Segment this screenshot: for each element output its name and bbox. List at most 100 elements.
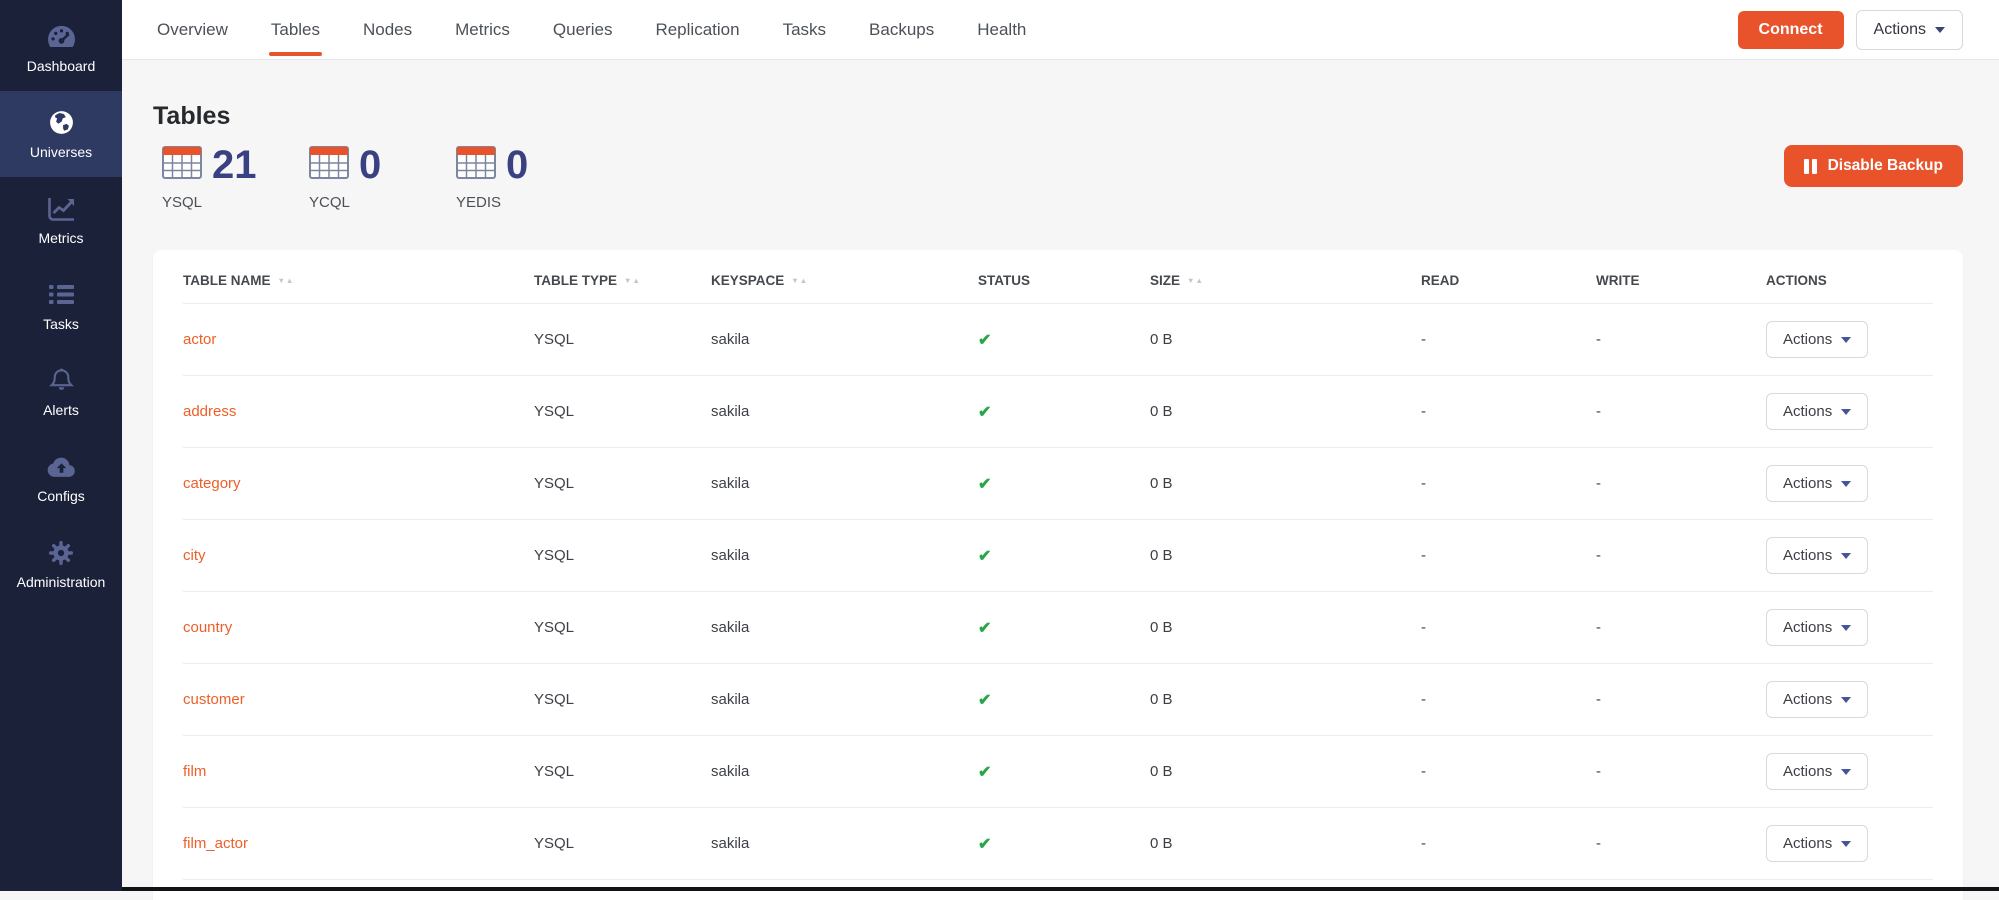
table-name-link[interactable]: film_actor [183, 835, 248, 852]
size-cell: 0 B [1150, 520, 1421, 592]
read-cell: - [1421, 736, 1596, 808]
size-cell: 0 B [1150, 304, 1421, 376]
table-name-link[interactable]: address [183, 403, 236, 420]
status-check-icon: ✔ [978, 620, 991, 637]
tab-overview[interactable]: Overview [157, 0, 228, 59]
read-cell: - [1421, 664, 1596, 736]
size-cell: 0 B [1150, 448, 1421, 520]
caret-down-icon [1841, 841, 1851, 847]
stat-ycql: 0 YCQL [309, 145, 456, 211]
write-cell: - [1596, 376, 1766, 448]
read-cell: - [1421, 520, 1596, 592]
table-name-link[interactable]: customer [183, 691, 245, 708]
caret-down-icon [1841, 697, 1851, 703]
ysql-count: 21 [212, 145, 257, 185]
tab-tables[interactable]: Tables [271, 0, 320, 59]
read-cell: - [1421, 592, 1596, 664]
row-actions-button[interactable]: Actions [1766, 321, 1868, 358]
tab-backups[interactable]: Backups [869, 0, 934, 59]
tab-health[interactable]: Health [977, 0, 1026, 59]
cloud-upload-icon [46, 453, 77, 481]
sidebar-item-alerts[interactable]: Alerts [0, 349, 122, 435]
col-write: WRITE [1596, 250, 1766, 304]
table-name-link[interactable]: actor [183, 331, 216, 348]
nav-actions-group: Connect Actions [1738, 10, 1999, 50]
sidebar-item-tasks[interactable]: Tasks [0, 263, 122, 349]
sidebar-item-universes[interactable]: Universes [0, 91, 122, 177]
status-check-icon: ✔ [978, 548, 991, 565]
sort-icon[interactable]: ▼▲ [624, 276, 641, 285]
tab-metrics[interactable]: Metrics [455, 0, 510, 59]
sidebar-item-dashboard[interactable]: Dashboard [0, 5, 122, 91]
table-name-link[interactable]: film [183, 763, 206, 780]
table-type-cell: YSQL [534, 592, 711, 664]
sort-icon[interactable]: ▼▲ [278, 276, 295, 285]
tab-replication[interactable]: Replication [655, 0, 739, 59]
table-type-cell: YSQL [534, 304, 711, 376]
window-bottom-edge [122, 887, 1999, 891]
sidebar-item-label: Tasks [43, 316, 79, 332]
caret-down-icon [1841, 553, 1851, 559]
row-actions-button[interactable]: Actions [1766, 465, 1868, 502]
status-check-icon: ✔ [978, 836, 991, 853]
status-check-icon: ✔ [978, 476, 991, 493]
table-name-link[interactable]: category [183, 475, 241, 492]
size-cell: 0 B [1150, 376, 1421, 448]
row-actions-button[interactable]: Actions [1766, 753, 1868, 790]
tables-page: Tables 21 [122, 60, 1999, 900]
disable-backup-button[interactable]: Disable Backup [1784, 145, 1963, 187]
read-cell: - [1421, 304, 1596, 376]
sort-icon[interactable]: ▼▲ [1187, 276, 1204, 285]
sort-icon[interactable]: ▼▲ [791, 276, 808, 285]
size-cell: 0 B [1150, 808, 1421, 880]
sidebar-item-configs[interactable]: Configs [0, 435, 122, 521]
col-keyspace[interactable]: KEYSPACE▼▲ [711, 250, 978, 304]
table-row: film YSQL sakila ✔ 0 B - - Actions [183, 736, 1933, 808]
table-type-cell: YSQL [534, 808, 711, 880]
sidebar-item-metrics[interactable]: Metrics [0, 177, 122, 263]
tab-tasks[interactable]: Tasks [783, 0, 826, 59]
col-table-type[interactable]: TABLE TYPE▼▲ [534, 250, 711, 304]
col-size[interactable]: SIZE▼▲ [1150, 250, 1421, 304]
row-actions-button[interactable]: Actions [1766, 393, 1868, 430]
main-area: Overview Tables Nodes Metrics Queries Re… [122, 0, 1999, 891]
ycql-label: YCQL [309, 194, 456, 211]
caret-down-icon [1841, 625, 1851, 631]
table-row: address YSQL sakila ✔ 0 B - - Actions [183, 376, 1933, 448]
stat-ysql: 21 YSQL [162, 145, 309, 211]
connect-button[interactable]: Connect [1738, 11, 1844, 49]
sidebar-item-administration[interactable]: Administration [0, 521, 122, 607]
table-header-row: TABLE NAME▼▲ TABLE TYPE▼▲ KEYSPACE▼▲ STA… [183, 250, 1933, 304]
write-cell: - [1596, 520, 1766, 592]
row-actions-button[interactable]: Actions [1766, 681, 1868, 718]
table-row: actor YSQL sakila ✔ 0 B - - Actions [183, 304, 1933, 376]
col-table-name[interactable]: TABLE NAME▼▲ [183, 250, 534, 304]
keyspace-cell: sakila [711, 736, 978, 808]
write-cell: - [1596, 736, 1766, 808]
universe-actions-button[interactable]: Actions [1856, 10, 1963, 50]
keyspace-cell: sakila [711, 520, 978, 592]
table-type-cell: YSQL [534, 376, 711, 448]
pause-icon [1804, 159, 1817, 174]
row-actions-button[interactable]: Actions [1766, 825, 1868, 862]
tab-nodes[interactable]: Nodes [363, 0, 412, 59]
size-cell: 0 B [1150, 592, 1421, 664]
status-check-icon: ✔ [978, 764, 991, 781]
disable-backup-label: Disable Backup [1828, 157, 1943, 175]
col-status: STATUS [978, 250, 1150, 304]
sidebar-item-label: Configs [37, 488, 84, 504]
keyspace-cell: sakila [711, 376, 978, 448]
list-icon [48, 281, 75, 309]
keyspace-cell: sakila [711, 448, 978, 520]
caret-down-icon [1935, 27, 1945, 33]
write-cell: - [1596, 808, 1766, 880]
table-name-link[interactable]: country [183, 619, 232, 636]
write-cell: - [1596, 448, 1766, 520]
sidebar-item-label: Administration [17, 574, 106, 590]
row-actions-button[interactable]: Actions [1766, 537, 1868, 574]
keyspace-cell: sakila [711, 304, 978, 376]
sidebar-item-label: Dashboard [27, 58, 96, 74]
row-actions-button[interactable]: Actions [1766, 609, 1868, 646]
tab-queries[interactable]: Queries [553, 0, 613, 59]
table-name-link[interactable]: city [183, 547, 206, 564]
